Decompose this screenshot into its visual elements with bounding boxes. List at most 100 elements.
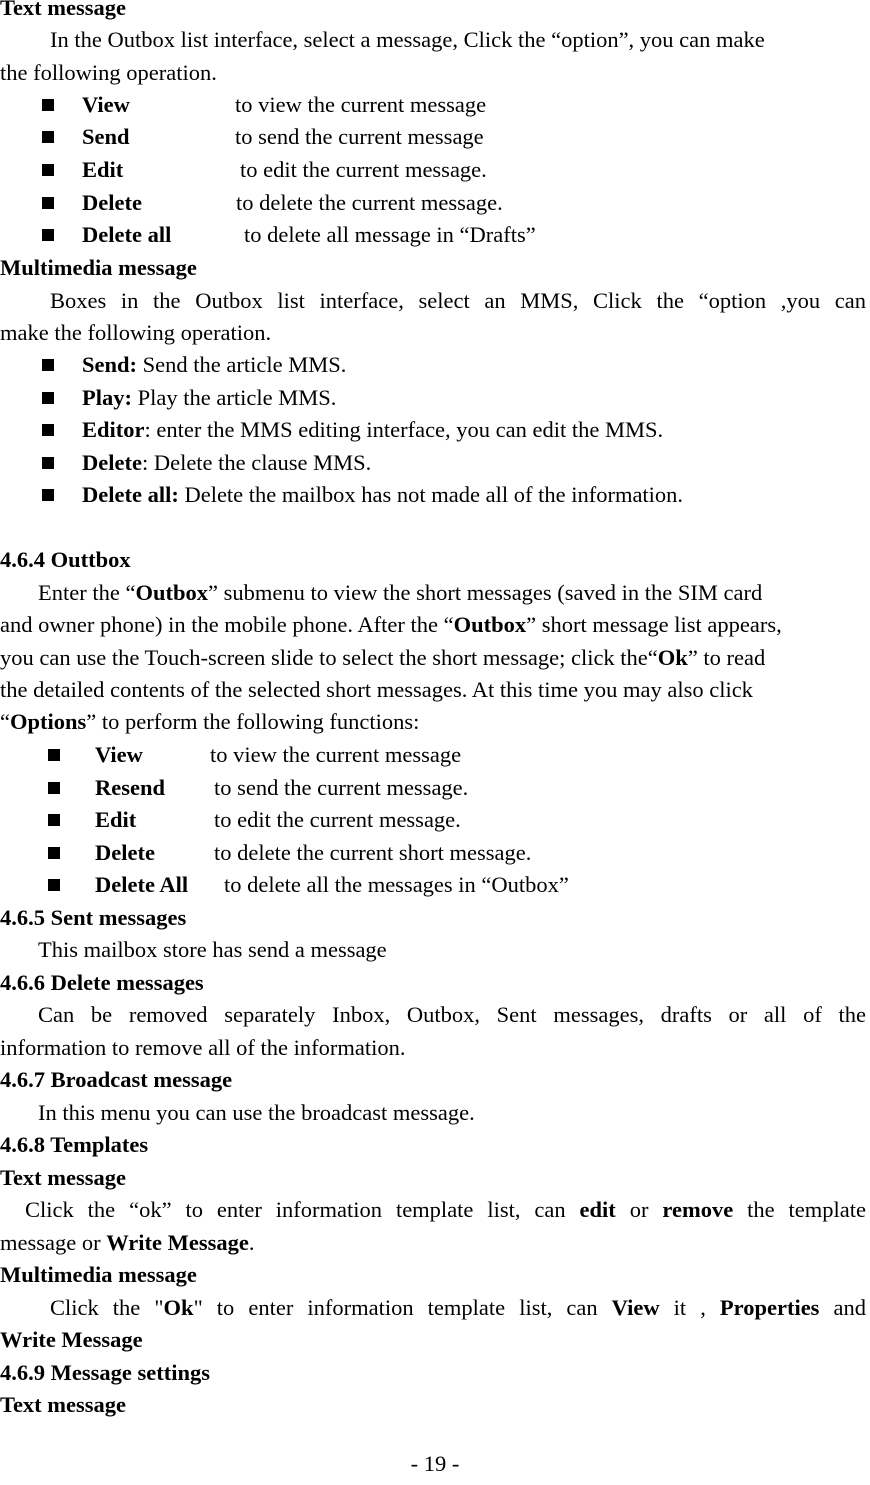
templates-text-message-heading: Text message [0,1165,127,1190]
text-run: ” to perform the following functions: [86,709,420,734]
text-message-heading: Text message [0,0,127,20]
bullet-icon [42,131,54,143]
sent-messages-body: This mailbox store has send a message [38,937,387,962]
templates-text-line1-content: Click the “ok” to enter information temp… [25,1194,866,1226]
templates-text-line1: Click the “ok” to enter information temp… [25,1194,866,1226]
text-run: or [615,1197,663,1222]
templates-mms-line1-content: Click the "Ok" to enter information temp… [50,1292,866,1324]
drafts-mms-intro-line2: make the following operation. [0,320,272,345]
text-run: " to enter information template list, ca… [193,1295,612,1320]
item-term: Delete All [95,872,189,897]
view-term: View [611,1295,660,1320]
text-run: Enter the “ [38,580,136,605]
ok-term: Ok [657,645,688,670]
text-run: ” submenu to view the short messages (sa… [207,580,763,605]
delete-messages-heading: 4.6.6 Delete messages [0,970,204,995]
bullet-icon [48,782,60,794]
text-run: “ [0,709,10,734]
bullet-icon [42,392,54,404]
text-run: the template [733,1197,866,1222]
outbox-para-line3: you can use the Touch-screen slide to se… [0,642,765,674]
item-text: Delete all: Delete the mailbox has not m… [82,479,683,511]
edit-term: edit [579,1197,616,1222]
outbox-para-line4: the detailed contents of the selected sh… [0,677,753,702]
settings-text-message-heading: Text message [0,1392,127,1417]
item-desc: to view the current message [210,742,462,767]
text-run: you can use the Touch-screen slide to se… [0,645,658,670]
item-desc: to delete the current message. [236,190,503,215]
templates-mms-heading: Multimedia message [0,1262,197,1287]
bullet-icon [42,197,54,209]
item-text: Delete: Delete the clause MMS. [82,447,371,479]
item-desc: to delete all message in “Drafts” [244,222,536,247]
delete-messages-line1: Can be removed separately Inbox, Outbox,… [38,999,866,1031]
outbox-heading: 4.6.4 Outtbox [0,547,131,572]
item-desc: Delete the mailbox has not made all of t… [178,482,684,507]
item-desc: to edit the current message. [240,157,487,182]
text-run: ” short message list appears, [526,612,782,637]
item-text: Play: Play the article MMS. [82,382,336,414]
item-term: Delete all: [82,482,179,507]
text-run: it , [659,1295,720,1320]
item-desc: : Delete the clause MMS. [141,450,372,475]
templates-mms-line1: Click the "Ok" to enter information temp… [50,1292,866,1324]
sent-messages-heading: 4.6.5 Sent messages [0,905,187,930]
item-term: View [82,92,130,117]
bullet-icon [48,847,60,859]
item-term: Send: [82,352,138,377]
outbox-term: Outbox [453,612,527,637]
outbox-para-line2: and owner phone) in the mobile phone. Af… [0,609,782,641]
bullet-icon [48,814,60,826]
outbox-term: Outbox [135,580,208,605]
bullet-icon [48,749,60,761]
text-run: ” to read [687,645,766,670]
item-term: Resend [95,775,166,800]
multimedia-message-heading: Multimedia message [0,255,197,280]
ok-term: Ok [163,1295,194,1320]
bullet-icon [48,879,60,891]
drafts-mms-intro-line1: Boxes in the Outbox list interface, sele… [0,285,866,317]
remove-term: remove [662,1197,734,1222]
item-term: Send [82,124,130,149]
item-term: Edit [82,157,124,182]
broadcast-body: In this menu you can use the broadcast m… [38,1100,475,1125]
outbox-para-line1: Enter the “Outbox” submenu to view the s… [38,577,762,609]
item-term: Play: [82,385,132,410]
message-settings-heading: 4.6.9 Message settings [0,1360,210,1385]
drafts-text-intro-line2: the following operation. [0,60,217,85]
bullet-icon [42,164,54,176]
text-run: and [819,1295,867,1320]
item-term: Delete [95,840,155,865]
item-text: Editor: enter the MMS editing interface,… [82,414,663,446]
bullet-icon [42,99,54,111]
templates-mms-line2: Write Message [0,1327,143,1352]
write-message-term: Write Message [106,1230,249,1255]
broadcast-heading: 4.6.7 Broadcast message [0,1067,233,1092]
item-desc: to delete the current short message. [214,840,532,865]
bullet-icon [42,424,54,436]
bullet-icon [42,457,54,469]
drafts-mms-intro-text: Boxes in the Outbox list interface, sele… [50,288,866,313]
templates-heading: 4.6.8 Templates [0,1132,149,1157]
text-run: Click the " [50,1295,164,1320]
item-desc: Send the article MMS. [137,352,347,377]
properties-term: Properties [719,1295,820,1320]
text-run: . [248,1230,255,1255]
delete-messages-text: Can be removed separately Inbox, Outbox,… [38,1002,866,1027]
drafts-text-intro-line1: In the Outbox list interface, select a m… [50,27,765,52]
bullet-icon [42,489,54,501]
item-term: Delete all [82,222,172,247]
item-desc: to send the current message. [214,775,469,800]
page-number: - 19 - [410,1451,460,1476]
bullet-icon [42,229,54,241]
item-term: Delete [82,450,142,475]
delete-messages-line2: information to remove all of the informa… [0,1035,406,1060]
options-term: Options [10,709,87,734]
item-desc: to view the current message [235,92,487,117]
item-desc: to edit the current message. [214,807,461,832]
item-term: View [95,742,143,767]
item-term: Editor [82,417,145,442]
item-desc: to send the current message [235,124,484,149]
item-term: Edit [95,807,137,832]
bullet-icon [42,359,54,371]
